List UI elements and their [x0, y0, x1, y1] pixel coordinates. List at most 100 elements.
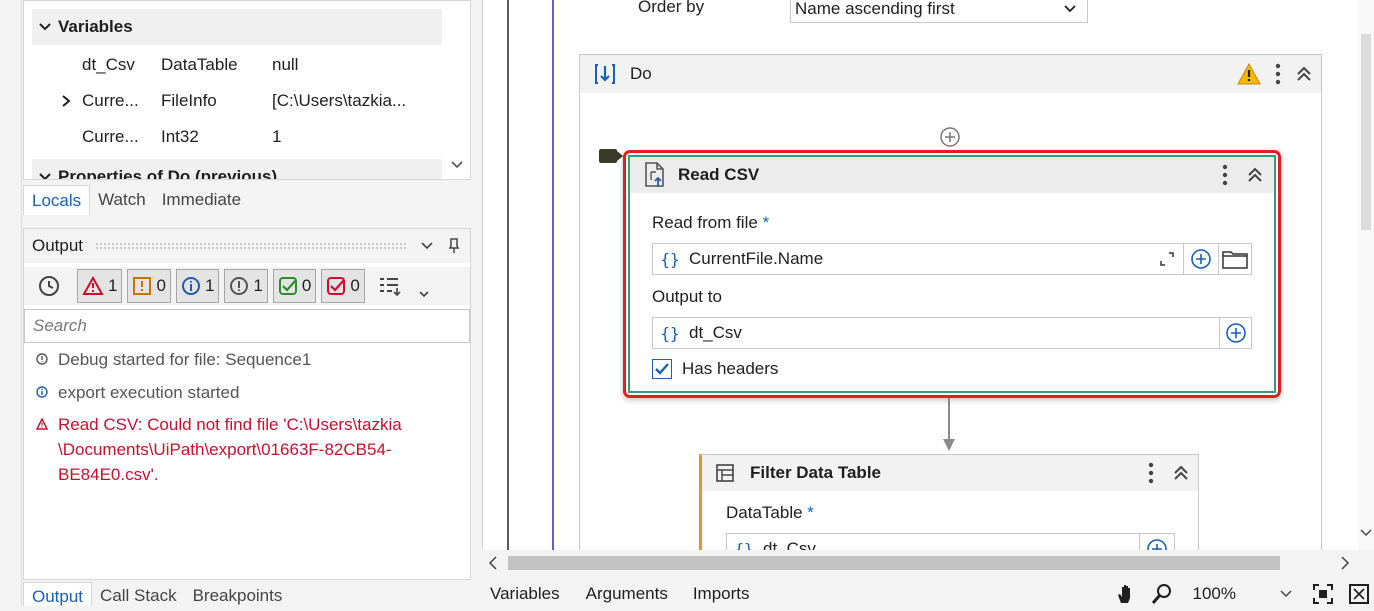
search-input[interactable]: Search: [24, 309, 470, 343]
read-csv-header[interactable]: Read CSV: [630, 157, 1274, 193]
log-entry[interactable]: Debug started for file: Sequence1: [36, 347, 311, 372]
variable-type: DataTable: [161, 55, 238, 74]
locals-panel: Variables dt_Csv DataTable null Curre...…: [23, 0, 471, 180]
variable-row[interactable]: Curre... Int32 1: [24, 119, 444, 155]
filter-success-button[interactable]: 0: [272, 269, 317, 303]
variable-type: FileInfo: [161, 91, 217, 110]
browse-folder-button[interactable]: [1218, 243, 1252, 275]
more-options-icon[interactable]: [1148, 462, 1154, 484]
tab-watch[interactable]: Watch: [90, 185, 154, 215]
chevron-down-icon: [32, 20, 58, 34]
zoom-magnifier-icon[interactable]: [1151, 583, 1173, 605]
pin-icon[interactable]: [448, 238, 460, 254]
checkbox-checked-icon: [652, 359, 672, 379]
filter-data-table-activity[interactable]: Filter Data Table DataTable * {} dt_Csv: [699, 454, 1199, 550]
vertical-scrollbar[interactable]: [444, 1, 470, 179]
foreach-border-line: [552, 0, 554, 550]
zoom-level[interactable]: 100%: [1193, 584, 1236, 604]
workflow-designer-canvas[interactable]: Order by Name ascending first Do Read CS…: [482, 0, 1374, 550]
expand-editor-icon[interactable]: [1159, 251, 1175, 267]
tab-imports[interactable]: Imports: [693, 584, 750, 604]
output-to-field[interactable]: {} dt_Csv: [652, 317, 1220, 349]
tab-arguments[interactable]: Arguments: [586, 584, 668, 604]
chevron-down-icon[interactable]: [1360, 528, 1372, 538]
add-variable-button[interactable]: [1219, 317, 1252, 349]
filter-trace-button[interactable]: 1: [224, 269, 268, 303]
output-filter-bar: 1 0 1 1 0 0: [24, 267, 470, 305]
collapse-icon[interactable]: [1246, 166, 1264, 184]
variable-value: 1: [272, 127, 282, 146]
do-activity-header[interactable]: Do: [580, 55, 1321, 93]
log-text: Read CSV: Could not find file 'C:\Users\…: [58, 415, 402, 484]
more-options-icon[interactable]: [1275, 63, 1281, 85]
trace-icon: [36, 347, 58, 372]
filter-errors-button[interactable]: 1: [77, 269, 123, 303]
add-variable-button[interactable]: [1139, 533, 1175, 550]
scrollbar-thumb[interactable]: [1361, 34, 1371, 230]
designer-horizontal-scrollbar[interactable]: [482, 550, 1374, 578]
required-asterisk: *: [762, 213, 770, 232]
add-variable-button[interactable]: [1183, 243, 1219, 275]
list-options-icon[interactable]: [378, 274, 404, 298]
error-icon: [82, 276, 104, 295]
chevron-down-icon[interactable]: [420, 240, 434, 252]
breakpoint-marker-icon[interactable]: [599, 149, 623, 163]
drag-grip[interactable]: [95, 242, 408, 250]
chevron-down-icon: [1064, 4, 1076, 12]
add-activity-icon[interactable]: [939, 126, 961, 148]
chevron-right-icon[interactable]: [24, 94, 82, 108]
collapse-icon[interactable]: [1295, 65, 1313, 83]
tab-output[interactable]: Output: [23, 582, 93, 606]
output-title: Output: [32, 236, 84, 255]
tab-call-stack[interactable]: Call Stack: [92, 582, 185, 606]
filter-data-table-header[interactable]: Filter Data Table: [702, 455, 1198, 491]
tab-variables[interactable]: Variables: [490, 584, 560, 604]
tab-locals[interactable]: Locals: [23, 185, 91, 215]
has-headers-checkbox[interactable]: Has headers: [652, 359, 778, 379]
variable-value: [C:\Users\tazkia...: [272, 91, 407, 110]
log-entry[interactable]: export execution started: [36, 380, 239, 405]
clock-icon[interactable]: [38, 275, 60, 297]
designer-vertical-scrollbar[interactable]: [1358, 0, 1374, 550]
log-text: export execution started: [58, 383, 240, 402]
fail-icon: [327, 277, 346, 295]
collapse-icon[interactable]: [1172, 464, 1190, 482]
filter-info-button[interactable]: 1: [175, 269, 220, 303]
log-text: Debug started for file: Sequence1: [58, 350, 312, 369]
datatable-field[interactable]: {} dt_Csv: [726, 533, 1140, 550]
pan-hand-icon[interactable]: [1115, 583, 1137, 605]
chevron-down-icon[interactable]: [419, 289, 429, 299]
fit-to-screen-icon[interactable]: [1312, 583, 1334, 605]
plus-circle-icon: [1147, 539, 1167, 550]
variable-row[interactable]: dt_Csv DataTable null: [24, 47, 444, 83]
variable-row[interactable]: Curre... FileInfo [C:\Users\tazkia...: [24, 83, 444, 119]
read-from-file-value: CurrentFile.Name: [689, 249, 824, 268]
chevron-down-icon[interactable]: [1280, 589, 1292, 599]
variable-value: null: [272, 55, 299, 74]
properties-section-header[interactable]: Properties of Do (previous): [32, 159, 442, 180]
filter-warnings-button[interactable]: 0: [127, 269, 171, 303]
order-by-value: Name ascending first: [795, 0, 955, 18]
chevron-left-icon[interactable]: [488, 556, 498, 570]
properties-section-title: Properties of Do (previous): [58, 167, 278, 180]
order-by-dropdown[interactable]: Name ascending first: [790, 0, 1088, 23]
warning-icon[interactable]: [1237, 63, 1261, 85]
tab-immediate[interactable]: Immediate: [154, 185, 249, 215]
variables-section-header[interactable]: Variables: [32, 9, 442, 45]
read-csv-activity[interactable]: Read CSV Read from file * {} CurrentFile…: [623, 150, 1281, 398]
more-options-icon[interactable]: [1222, 164, 1228, 186]
log-entry-error[interactable]: Read CSV: Could not find file 'C:\Users\…: [36, 412, 402, 487]
do-title: Do: [630, 64, 652, 83]
variables-section-title: Variables: [58, 17, 133, 36]
tab-breakpoints[interactable]: Breakpoints: [185, 582, 291, 606]
output-panel-header: Output: [24, 229, 470, 263]
read-from-file-field[interactable]: {} CurrentFile.Name: [652, 243, 1184, 275]
designer-bottom-bar: Variables Arguments Imports 100%: [482, 582, 1374, 606]
output-to-value: dt_Csv: [689, 323, 742, 342]
datatable-value: dt_Csv: [763, 539, 816, 550]
scrollbar-thumb[interactable]: [508, 556, 1280, 570]
filter-fail-button[interactable]: 0: [321, 269, 365, 303]
chevron-right-icon[interactable]: [1340, 556, 1350, 570]
variable-name: Curre...: [82, 127, 139, 146]
overview-icon[interactable]: [1348, 583, 1370, 605]
